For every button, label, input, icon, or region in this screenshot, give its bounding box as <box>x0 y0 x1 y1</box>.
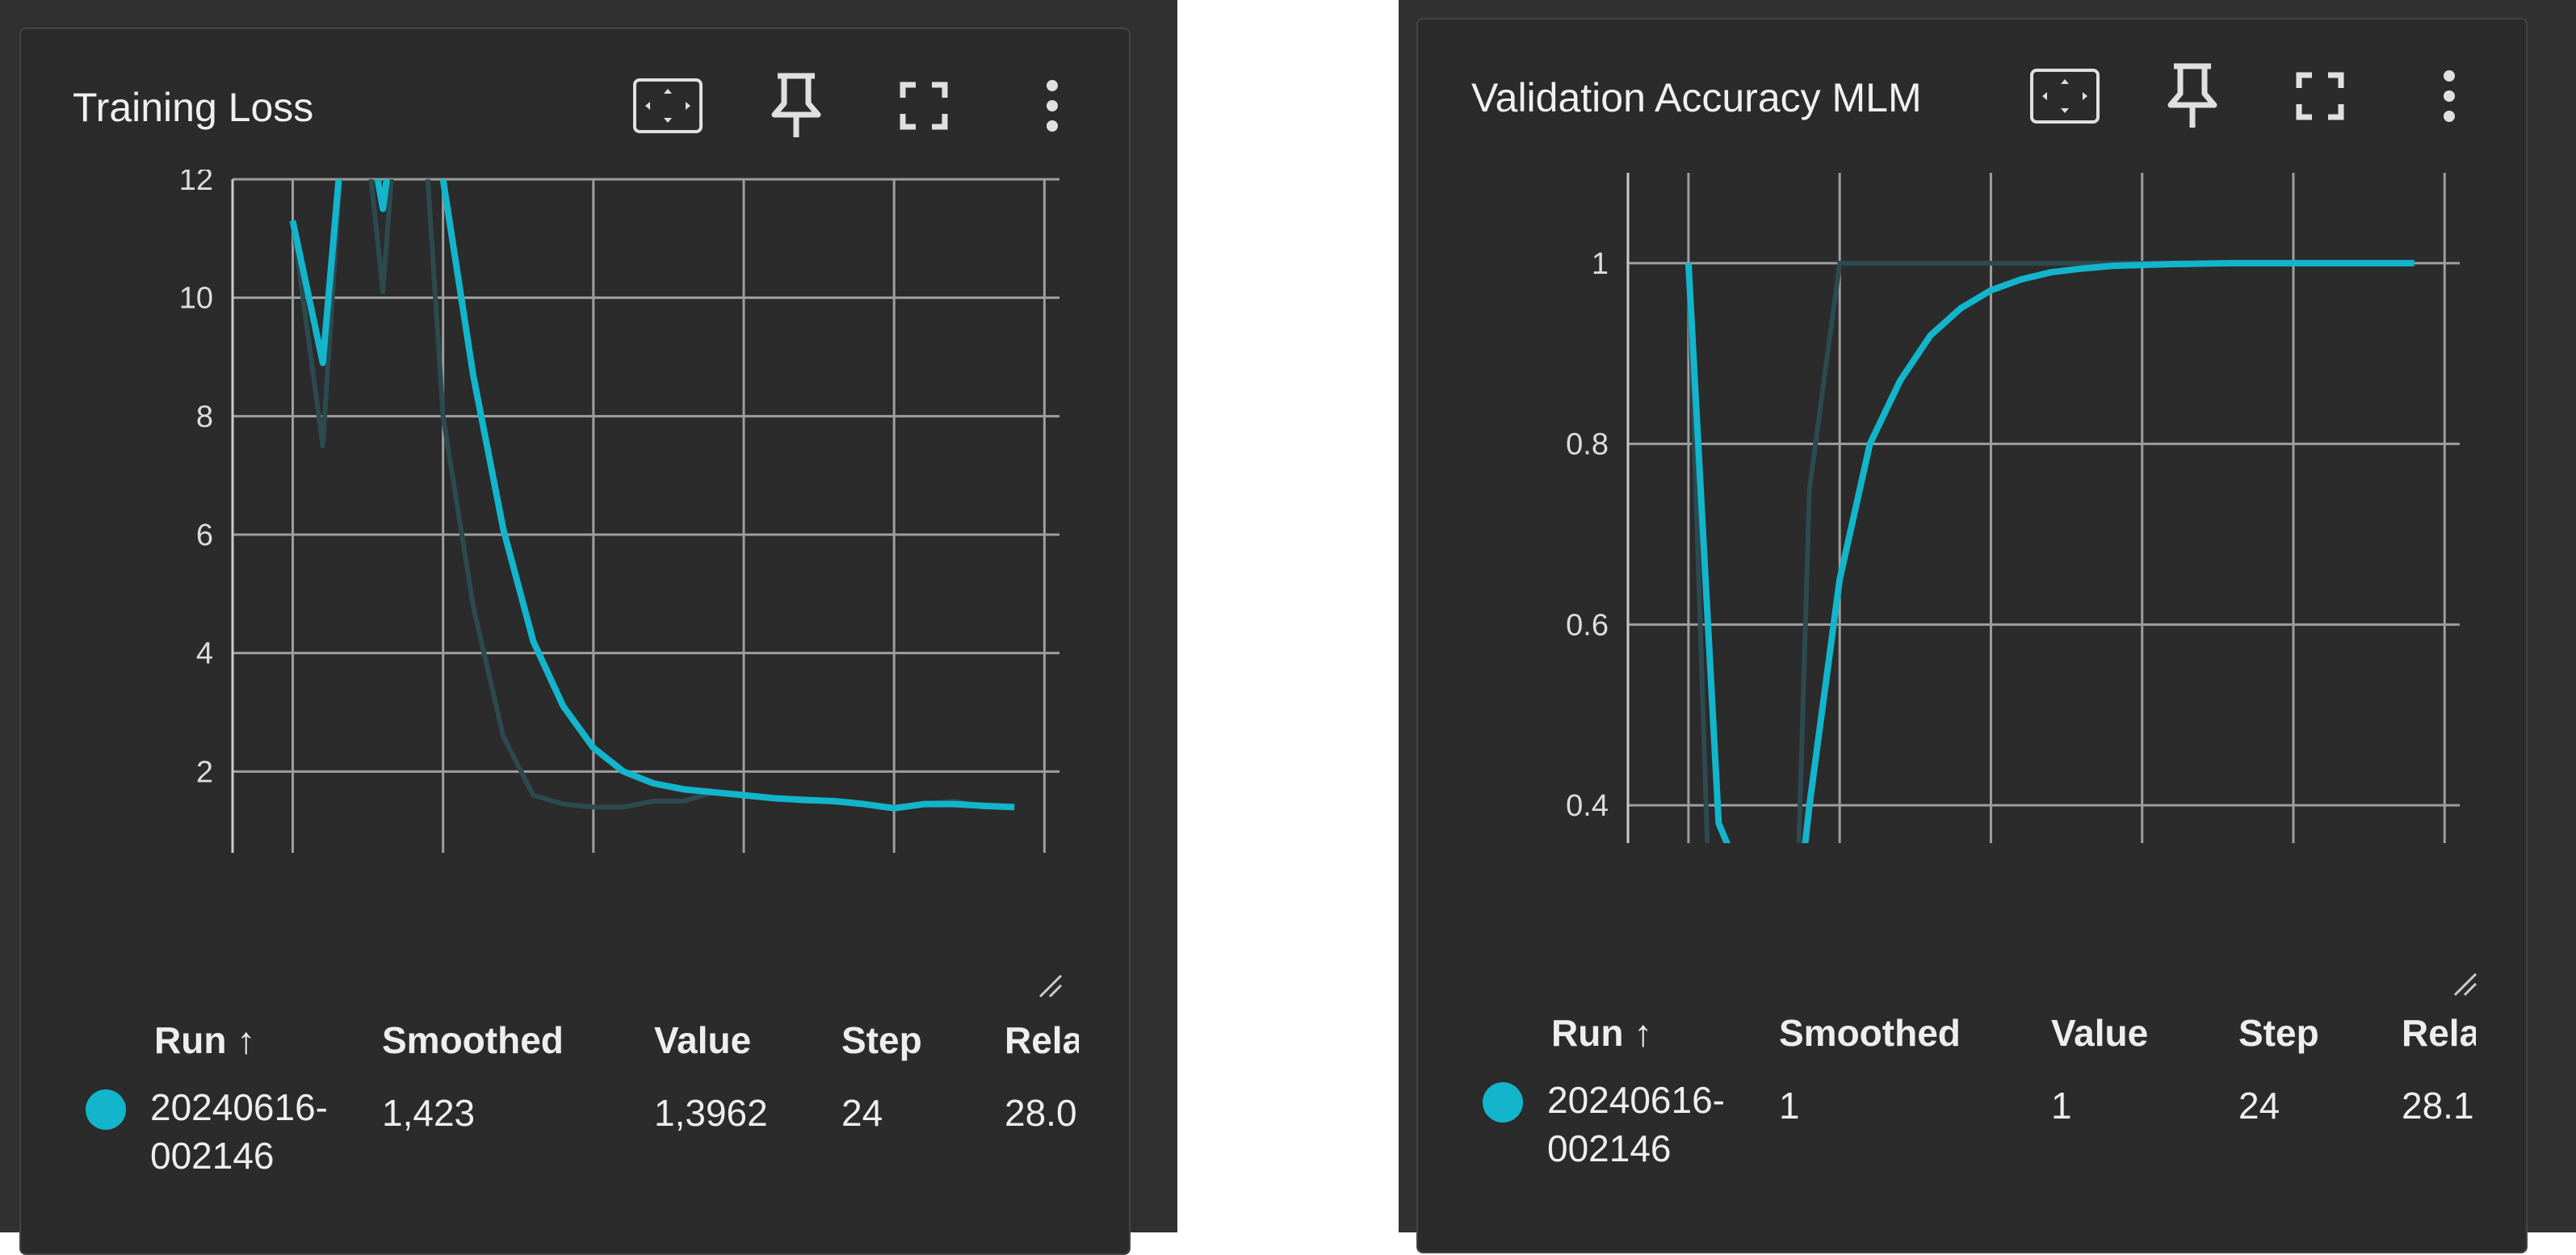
run-name: 20240616- 002146 <box>150 1086 328 1177</box>
run-name: 20240616- 002146 <box>1547 1079 1725 1169</box>
relative-column-header[interactable]: Rela <box>2402 1011 2476 1055</box>
relative-value: 28.0 <box>1005 1092 1077 1134</box>
run-color-dot[interactable] <box>86 1089 126 1130</box>
value-column-header[interactable]: Value <box>654 1018 751 1062</box>
step-column-header[interactable]: Step <box>841 1018 922 1062</box>
smoothed-column-header[interactable]: Smoothed <box>1779 1011 1961 1055</box>
run-column-header[interactable]: Run ↑ <box>154 1018 255 1062</box>
raw-value: 1 <box>2051 1085 2072 1127</box>
run-table-clip: Run ↑ Smoothed Value Step Rela 20240616-… <box>1418 1003 2476 1245</box>
relative-value: 28.1 <box>2402 1085 2474 1127</box>
step-value: 24 <box>2238 1085 2280 1127</box>
step-value: 24 <box>841 1092 883 1134</box>
relative-column-header[interactable]: Rela <box>1005 1018 1079 1062</box>
run-table-clip: Run ↑ Smoothed Value Step Rela 20240616-… <box>21 1010 1079 1253</box>
run-table: Run ↑ Smoothed Value Step Rela 20240616-… <box>1418 19 2526 1252</box>
validation-accuracy-card: Validation Accuracy MLM 05101520250.40.6… <box>1416 18 2528 1253</box>
value-column-header[interactable]: Value <box>2051 1011 2148 1055</box>
training-loss-card: Training Loss 0510152025024681012 Run ↑ … <box>19 27 1131 1255</box>
smoothed-column-header[interactable]: Smoothed <box>382 1018 564 1062</box>
run-column-header[interactable]: Run ↑ <box>1551 1011 1652 1055</box>
step-column-header[interactable]: Step <box>2238 1011 2319 1055</box>
smoothed-value: 1 <box>1779 1085 1800 1127</box>
run-color-dot[interactable] <box>1483 1082 1523 1123</box>
raw-value: 1,3962 <box>654 1092 768 1134</box>
run-table: Run ↑ Smoothed Value Step Rela 20240616-… <box>21 29 1129 1253</box>
smoothed-value: 1,423 <box>382 1092 476 1134</box>
